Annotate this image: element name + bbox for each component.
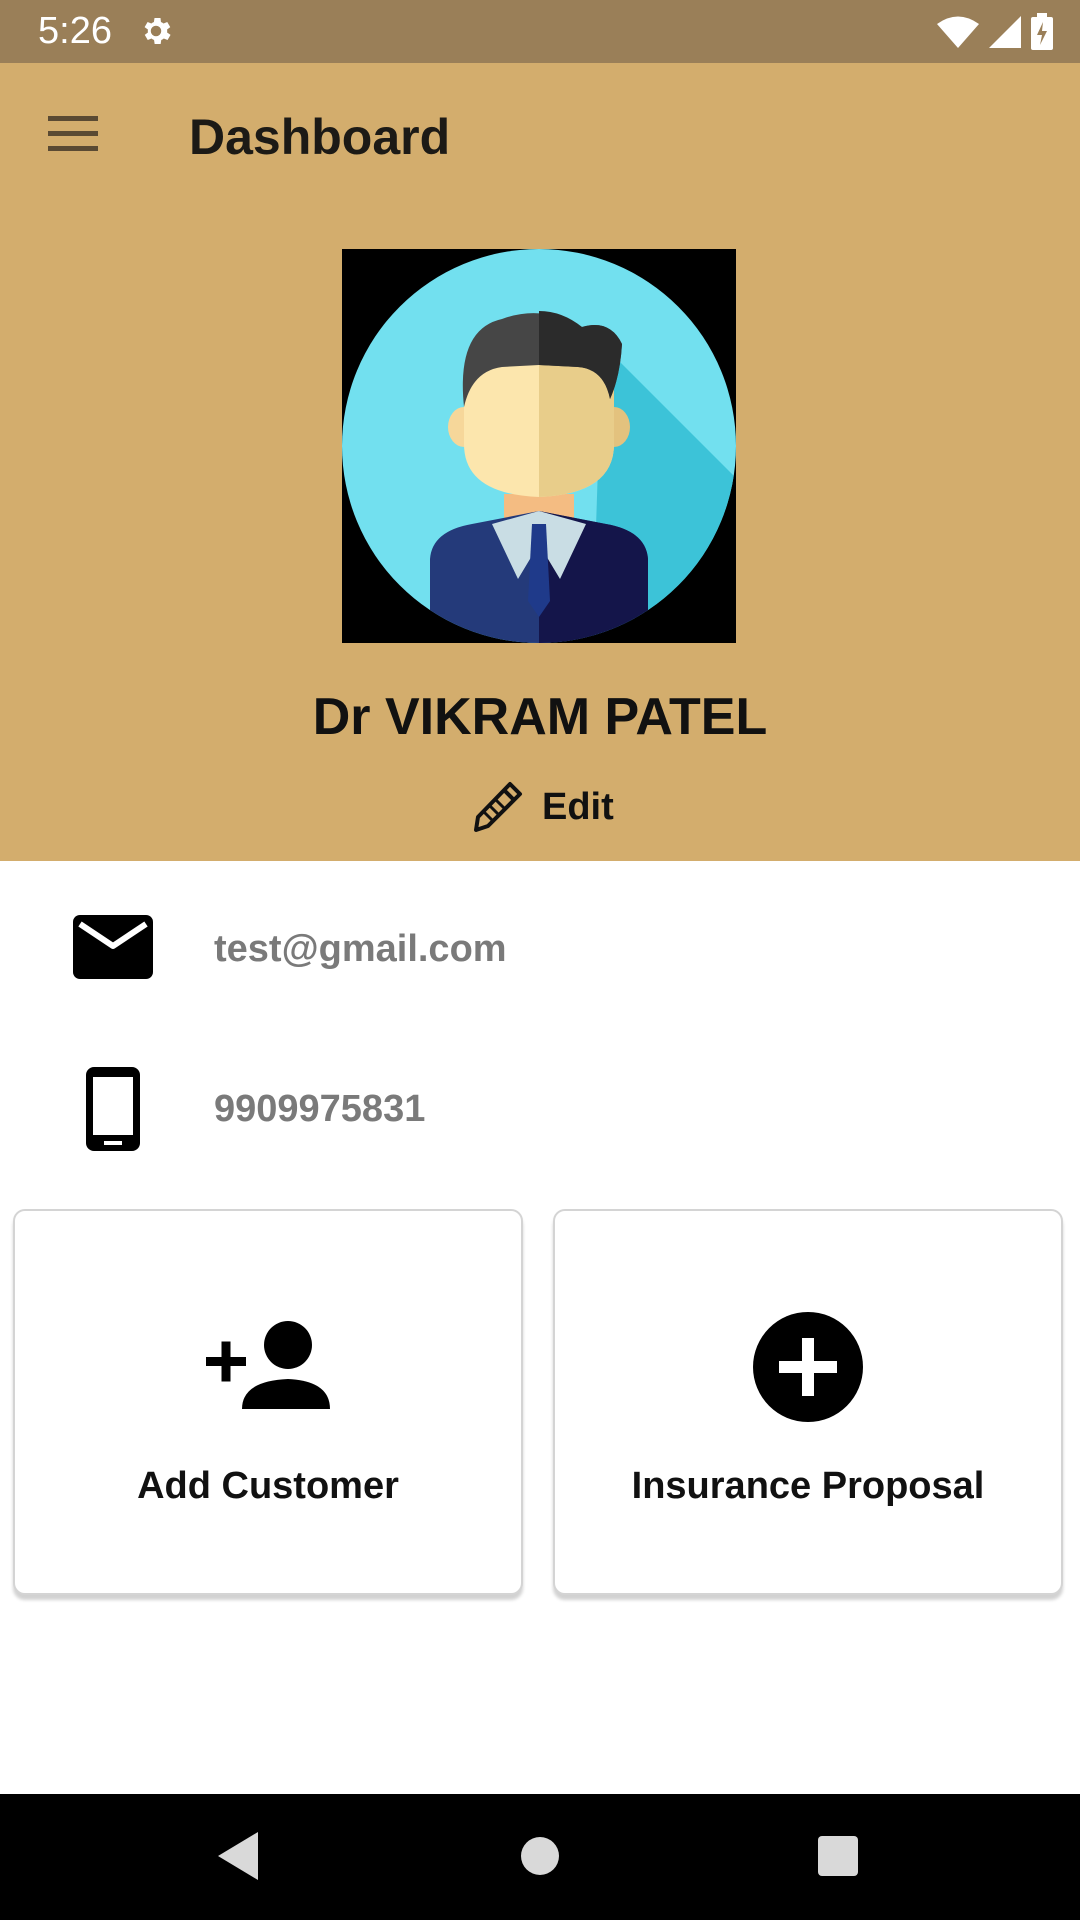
cellular-signal-icon bbox=[989, 16, 1021, 48]
email-row: test@gmail.com bbox=[0, 890, 1080, 1000]
wifi-icon bbox=[937, 16, 979, 48]
insurance-proposal-card[interactable]: Insurance Proposal bbox=[553, 1209, 1063, 1595]
add-person-icon bbox=[206, 1321, 330, 1409]
profile-name: Dr VIKRAM PATEL bbox=[312, 688, 768, 746]
profile-header: Dashboard Dr VIKRAM PATEL Edit bbox=[0, 63, 1080, 861]
insurance-proposal-label: Insurance Proposal bbox=[631, 1465, 985, 1507]
man-avatar-icon[interactable] bbox=[342, 249, 736, 643]
system-navigation-bar bbox=[0, 1794, 1080, 1920]
recents-icon[interactable] bbox=[817, 1830, 859, 1882]
page-title: Dashboard bbox=[189, 109, 451, 165]
status-time: 5:26 bbox=[38, 10, 112, 52]
add-customer-icon-wrap bbox=[15, 1319, 521, 1411]
add-customer-label: Add Customer bbox=[137, 1465, 399, 1507]
plus-circle-icon bbox=[753, 1312, 863, 1422]
phone-icon bbox=[86, 1067, 140, 1151]
status-icons bbox=[936, 12, 1054, 52]
phone-row: 9909975831 bbox=[0, 1050, 1080, 1160]
mail-icon bbox=[73, 915, 153, 979]
status-bar: 5:26 bbox=[0, 0, 1080, 63]
phone-text: 9909975831 bbox=[214, 1088, 426, 1130]
gear-icon bbox=[144, 17, 171, 45]
hamburger-menu-icon[interactable] bbox=[40, 110, 106, 158]
edit-profile-button[interactable]: Edit bbox=[470, 779, 614, 835]
edit-label: Edit bbox=[542, 785, 614, 828]
home-icon[interactable] bbox=[520, 1830, 560, 1882]
pencil-icon bbox=[474, 782, 522, 832]
insurance-proposal-icon-wrap bbox=[555, 1311, 1061, 1423]
add-customer-card[interactable]: Add Customer bbox=[13, 1209, 523, 1595]
email-text: test@gmail.com bbox=[214, 928, 507, 970]
battery-icon bbox=[1031, 13, 1053, 50]
back-icon[interactable] bbox=[214, 1830, 260, 1882]
